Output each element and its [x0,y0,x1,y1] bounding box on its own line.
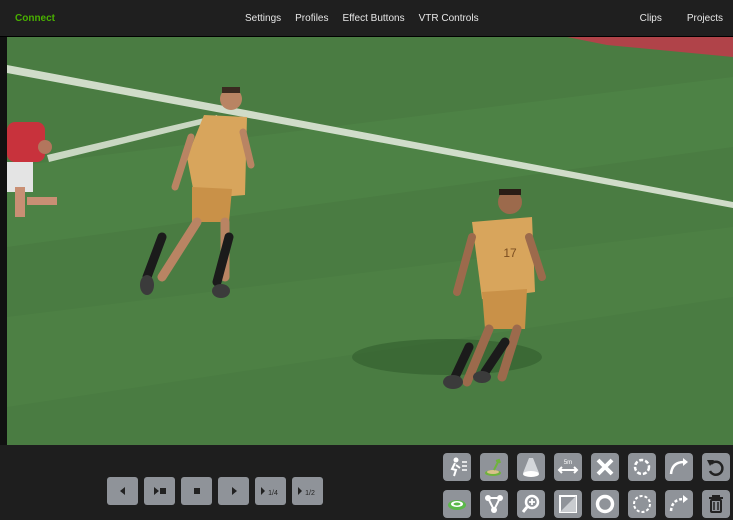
trash-button[interactable] [702,490,730,518]
soccer-scene: 17 [7,37,733,445]
center-menu: Settings Profiles Effect Buttons VTR Con… [245,13,479,24]
top-menu-bar: Connect Settings Profiles Effect Buttons… [0,0,733,37]
dashed-arrow-button[interactable] [665,490,693,518]
curved-arrow-icon [669,458,688,475]
shade-area-icon [559,495,577,513]
player-cutout-button[interactable] [443,453,471,481]
dashed-arrow-icon [669,495,688,512]
menu-effect-buttons[interactable]: Effect Buttons [343,13,405,24]
slow-play-icon: 1/4 [260,487,278,497]
player-cutout-icon [450,457,467,477]
triangle-right-icon [231,487,237,495]
link-players-icon [485,495,503,513]
spotlight-arrow-icon [485,458,501,476]
dashed-circle-button[interactable] [628,453,656,481]
x-marker-button[interactable] [591,453,619,481]
dashed-circle-icon [633,458,651,476]
play-button[interactable] [218,477,249,505]
play-pause-button[interactable] [144,477,175,505]
jersey-number: 17 [503,246,517,260]
effect-buttons: 5m [443,453,730,518]
dashed-ring-icon [633,495,651,513]
shade-area-button[interactable] [554,490,582,518]
menu-projects[interactable]: Projects [687,13,723,24]
menu-profiles[interactable]: Profiles [295,13,328,24]
play-quarter-speed-button[interactable]: 1/4 [255,477,286,505]
menu-settings[interactable]: Settings [245,13,281,24]
half-speed-label: 1/2 [305,490,315,497]
connect-button[interactable]: Connect [15,13,55,24]
stop-button[interactable] [181,477,212,505]
undo-icon [707,460,724,476]
ring-marker-icon [448,500,466,510]
step-back-button[interactable] [107,477,138,505]
spotlight-cone-icon [523,458,539,477]
distance-arrow-icon: 5m [557,460,579,474]
slow-play-icon: 1/2 [297,487,315,497]
spotlight-cone-button[interactable] [517,453,545,481]
dashed-ring-button[interactable] [628,490,656,518]
undo-button[interactable] [702,453,730,481]
right-menu: Clips Projects [640,13,723,24]
distance-arrow-button[interactable]: 5m [554,453,582,481]
zoom-button[interactable] [517,490,545,518]
solid-circle-icon [595,494,615,514]
video-frame[interactable]: 17 [7,37,733,445]
x-marker-icon [596,458,614,476]
zoom-icon [521,494,540,513]
spotlight-arrow-button[interactable] [480,453,508,481]
ring-marker-button[interactable] [443,490,471,518]
solid-circle-button[interactable] [591,490,619,518]
menu-clips[interactable]: Clips [640,13,662,24]
play-half-speed-button[interactable]: 1/2 [292,477,323,505]
menu-vtr-controls[interactable]: VTR Controls [419,13,479,24]
link-players-button[interactable] [480,490,508,518]
quarter-speed-label: 1/4 [268,490,278,497]
curved-arrow-button[interactable] [665,453,693,481]
distance-label: 5m [564,460,572,466]
triangle-left-icon [119,487,125,495]
stop-icon [193,488,200,494]
trash-icon [709,495,723,513]
vtr-transport-controls: 1/4 1/2 [107,477,323,505]
play-pause-icon [153,487,166,495]
